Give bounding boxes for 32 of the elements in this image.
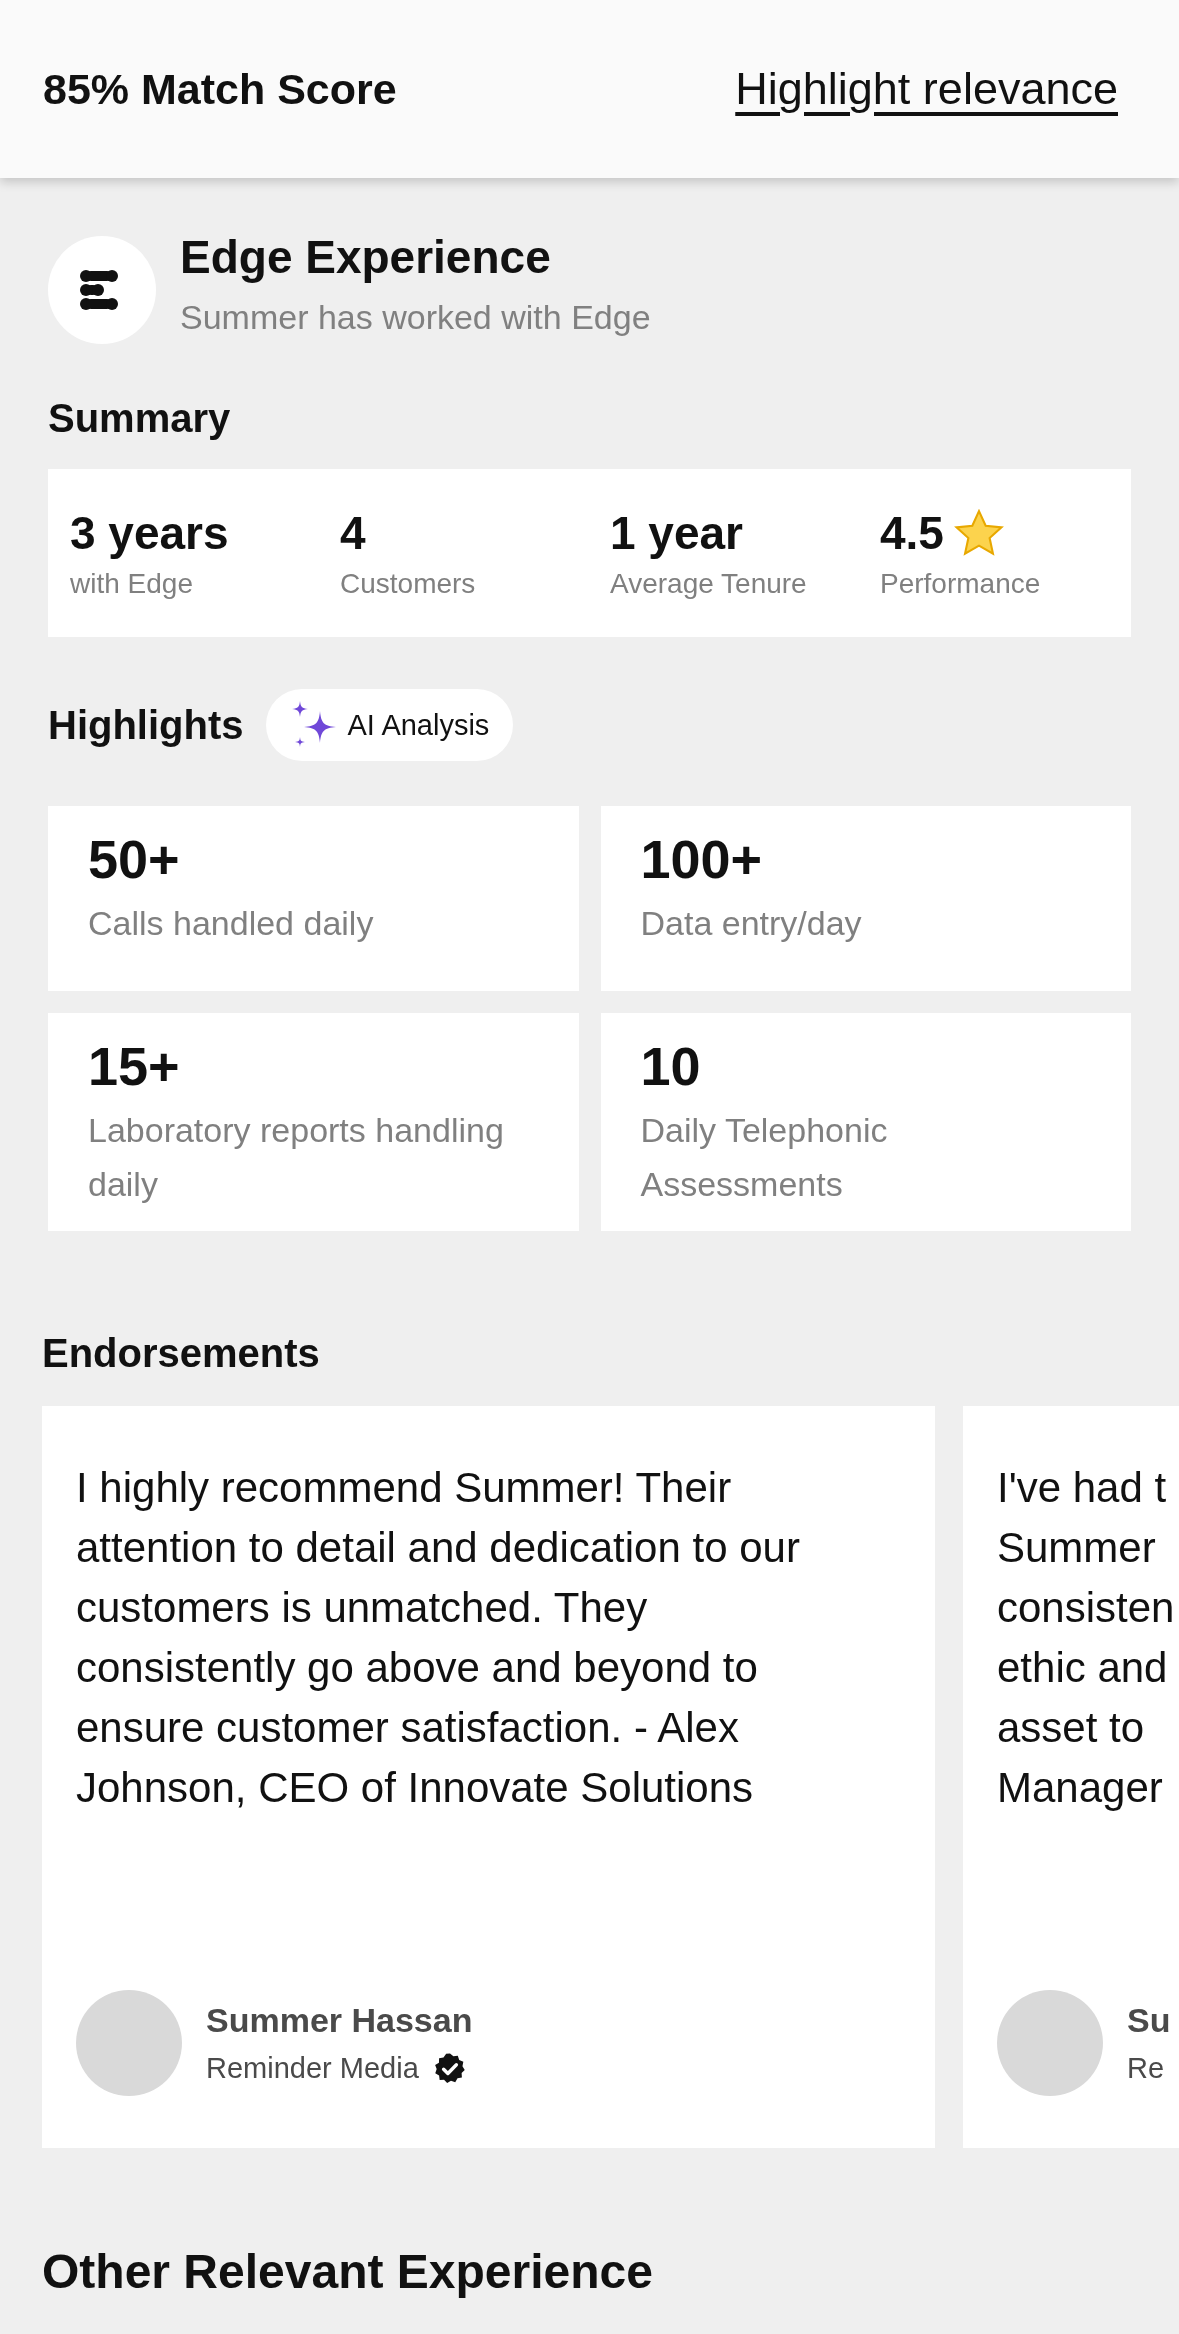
highlight-relevance-link[interactable]: Highlight relevance xyxy=(735,63,1118,115)
author-name: Su xyxy=(1127,2001,1171,2040)
author-name: Summer Hassan xyxy=(206,2000,473,2040)
star-icon xyxy=(953,509,1004,557)
highlight-label: Data entry/day xyxy=(640,903,863,944)
stat-label: Average Tenure xyxy=(610,568,808,600)
match-score: 85% Match Score xyxy=(43,64,397,114)
endorsement-text: I highly recommend Summer! Their attention to detail and dedication to our customers is unmatched. They consistently go above and beyond to ensure customer satisfaction. - Alex Johnson, CEO of Innovate Solutions xyxy=(76,1463,801,1813)
author-company: Reminder Media xyxy=(206,2052,419,2085)
company-subtitle: Summer has worked with Edge xyxy=(180,298,651,337)
stat-label: with Edge xyxy=(70,568,194,600)
highlight-value: 10 xyxy=(640,1035,702,1097)
stat-value: 1 year xyxy=(610,506,743,560)
stat-value: 3 years xyxy=(70,506,229,560)
summary-heading: Summary xyxy=(48,396,232,441)
badge-label: AI Analysis xyxy=(347,708,490,742)
stat-label: Performance xyxy=(880,568,1042,600)
stat-label: Customers xyxy=(340,568,477,600)
highlight-value: 100+ xyxy=(640,828,764,890)
author-company: Re xyxy=(1127,2052,1165,2085)
highlight-label: Daily Telephonic Assessments xyxy=(640,1110,889,1205)
stat-value: 4.5 xyxy=(880,506,944,560)
highlights-heading: Highlights xyxy=(48,702,244,748)
company-title: Edge Experience xyxy=(180,230,552,284)
highlight-label: Calls handled daily xyxy=(88,903,375,944)
highlight-label: Laboratory reports handling daily xyxy=(88,1110,505,1205)
highlight-value: 15+ xyxy=(88,1035,181,1097)
endorsement-text: I've had t Summer consisten ethic and asset to Manager xyxy=(997,1463,1176,1813)
highlight-value: 50+ xyxy=(88,828,181,890)
other-experience-heading: Other Relevant Experience xyxy=(42,2244,654,2299)
endorsements-heading: Endorsements xyxy=(42,1331,321,1376)
stat-value: 4 xyxy=(340,506,366,560)
